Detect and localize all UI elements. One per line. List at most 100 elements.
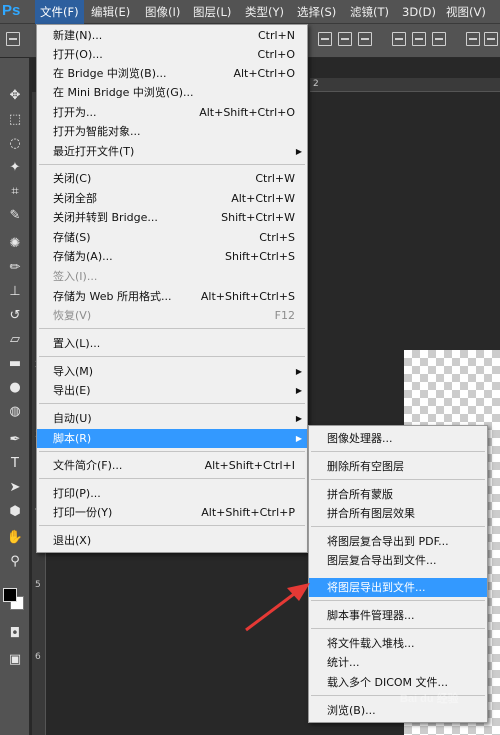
submenu-item-flatten-effects[interactable]: 拼合所有图层效果 bbox=[309, 504, 487, 523]
align-top-icon[interactable] bbox=[318, 32, 332, 46]
clone-stamp-tool-icon[interactable]: ⊥ bbox=[4, 282, 26, 302]
align-left-icon[interactable] bbox=[466, 32, 480, 46]
brush-tool-icon[interactable]: ✏ bbox=[4, 258, 26, 278]
ruler-number: 2 bbox=[313, 79, 319, 89]
history-brush-tool-icon[interactable]: ↺ bbox=[4, 306, 26, 326]
menu-separator bbox=[311, 479, 485, 480]
menu-item-save-for-web[interactable]: 存储为 Web 所用格式... Alt+Shift+Ctrl+S bbox=[37, 287, 307, 306]
menu-item-recent-files[interactable]: 最近打开文件(T) ▶ bbox=[37, 142, 307, 161]
submenu-item-comps-to-files[interactable]: 图层复合导出到文件... bbox=[309, 551, 487, 570]
watermark-logo: Bai du 经验 bbox=[400, 693, 459, 705]
menu-item-browse-mini-bridge[interactable]: 在 Mini Bridge 中浏览(G)... bbox=[37, 83, 307, 102]
menu-item-save-as[interactable]: 存储为(A)... Shift+Ctrl+S bbox=[37, 247, 307, 266]
menu-item-shortcut: Alt+Shift+Ctrl+O bbox=[199, 106, 295, 119]
menu-item-print-one-copy[interactable]: 打印一份(Y) Alt+Shift+Ctrl+P bbox=[37, 503, 307, 522]
menu-separator bbox=[39, 328, 305, 329]
menu-select[interactable]: 选择(S) bbox=[292, 0, 341, 24]
menu-item-label: 置入(L)... bbox=[53, 337, 101, 350]
menu-type[interactable]: 类型(Y) bbox=[240, 0, 289, 24]
zoom-tool-icon[interactable]: ⚲ bbox=[4, 552, 26, 572]
menu-edit[interactable]: 编辑(E) bbox=[86, 0, 135, 24]
menu-separator bbox=[311, 600, 485, 601]
crop-tool-icon[interactable]: ⌗ bbox=[4, 182, 26, 202]
scripts-submenu: 图像处理器... 删除所有空图层 拼合所有蒙版 拼合所有图层效果 将图层复合导出… bbox=[308, 425, 488, 723]
menu-filter[interactable]: 滤镜(T) bbox=[345, 0, 394, 24]
lasso-tool-icon[interactable]: ◌ bbox=[4, 134, 26, 154]
align-middle-icon[interactable] bbox=[338, 32, 352, 46]
submenu-arrow-icon: ▶ bbox=[295, 367, 302, 376]
healing-brush-tool-icon[interactable]: ✺ bbox=[4, 234, 26, 254]
menu-item-open[interactable]: 打开(O)... Ctrl+O bbox=[37, 45, 307, 64]
menu-item-import[interactable]: 导入(M) ▶ bbox=[37, 362, 307, 381]
distribute-middle-icon[interactable] bbox=[412, 32, 426, 46]
menu-item-automate[interactable]: 自动(U) ▶ bbox=[37, 409, 307, 428]
menu-item-check-in: 签入(I)... bbox=[37, 267, 307, 286]
blur-tool-icon[interactable]: ● bbox=[4, 378, 26, 398]
menu-separator bbox=[39, 356, 305, 357]
align-bottom-icon[interactable] bbox=[358, 32, 372, 46]
submenu-item-load-files-into-stack[interactable]: 将文件载入堆栈... bbox=[309, 634, 487, 653]
submenu-item-delete-empty-layers[interactable]: 删除所有空图层 bbox=[309, 457, 487, 476]
eraser-tool-icon[interactable]: ▱ bbox=[4, 330, 26, 350]
menu-item-print[interactable]: 打印(P)... bbox=[37, 484, 307, 503]
gradient-tool-icon[interactable]: ▬ bbox=[4, 354, 26, 374]
menu-separator bbox=[311, 526, 485, 527]
menu-item-new[interactable]: 新建(N)... Ctrl+N bbox=[37, 26, 307, 45]
move-tool-icon[interactable]: ✥ bbox=[4, 86, 26, 106]
marquee-tool-icon[interactable]: ⬚ bbox=[4, 110, 26, 130]
menu-item-browse-bridge[interactable]: 在 Bridge 中浏览(B)... Alt+Ctrl+O bbox=[37, 64, 307, 83]
menu-layer[interactable]: 图层(L) bbox=[188, 0, 236, 24]
quick-mask-icon[interactable]: ◘ bbox=[4, 624, 26, 644]
menu-file[interactable]: 文件(F) bbox=[35, 0, 84, 24]
menu-item-close-all[interactable]: 关闭全部 Alt+Ctrl+W bbox=[37, 189, 307, 208]
submenu-item-flatten-masks[interactable]: 拼合所有蒙版 bbox=[309, 485, 487, 504]
submenu-arrow-icon: ▶ bbox=[295, 147, 302, 156]
menu-item-file-info[interactable]: 文件简介(F)... Alt+Shift+Ctrl+I bbox=[37, 456, 307, 475]
menu-item-label: 最近打开文件(T) bbox=[53, 145, 135, 158]
submenu-item-comps-to-pdf[interactable]: 将图层复合导出到 PDF... bbox=[309, 532, 487, 551]
pen-tool-icon[interactable]: ✒ bbox=[4, 430, 26, 450]
move-options-icon[interactable] bbox=[6, 32, 20, 46]
distribute-top-icon[interactable] bbox=[392, 32, 406, 46]
menu-item-scripts[interactable]: 脚本(R) ▶ bbox=[37, 429, 307, 448]
magic-wand-tool-icon[interactable]: ✦ bbox=[4, 158, 26, 178]
submenu-item-label: 图层复合导出到文件... bbox=[327, 554, 437, 567]
submenu-item-statistics[interactable]: 统计... bbox=[309, 653, 487, 672]
submenu-item-image-processor[interactable]: 图像处理器... bbox=[309, 429, 487, 448]
menu-item-label: 存储(S) bbox=[53, 231, 91, 244]
menu-image[interactable]: 图像(I) bbox=[140, 0, 185, 24]
menu-item-shortcut: F12 bbox=[274, 309, 295, 322]
menu-item-close-go-bridge[interactable]: 关闭并转到 Bridge... Shift+Ctrl+W bbox=[37, 208, 307, 227]
path-selection-tool-icon[interactable]: ➤ bbox=[4, 478, 26, 498]
submenu-item-label: 将图层复合导出到 PDF... bbox=[327, 535, 449, 548]
menu-item-open-smart-object[interactable]: 打开为智能对象... bbox=[37, 122, 307, 141]
eyedropper-tool-icon[interactable]: ✎ bbox=[4, 206, 26, 226]
arrow-shaft bbox=[245, 589, 299, 632]
distribute-bottom-icon[interactable] bbox=[432, 32, 446, 46]
menu-item-label: 签入(I)... bbox=[53, 270, 98, 283]
type-tool-icon[interactable]: T bbox=[4, 454, 26, 474]
foreground-color-swatch[interactable] bbox=[3, 588, 17, 602]
submenu-item-label: 拼合所有图层效果 bbox=[327, 507, 415, 520]
menu-item-label: 在 Bridge 中浏览(B)... bbox=[53, 67, 167, 80]
menu-item-label: 在 Mini Bridge 中浏览(G)... bbox=[53, 86, 194, 99]
menu-item-open-as[interactable]: 打开为... Alt+Shift+Ctrl+O bbox=[37, 103, 307, 122]
dodge-tool-icon[interactable]: ◍ bbox=[4, 402, 26, 422]
menu-view[interactable]: 视图(V) bbox=[441, 0, 491, 24]
menu-item-label: 关闭(C) bbox=[53, 172, 92, 185]
menu-separator bbox=[39, 403, 305, 404]
screen-mode-icon[interactable]: ▣ bbox=[4, 650, 26, 670]
align-center-icon[interactable] bbox=[484, 32, 498, 46]
menu-item-label: 导入(M) bbox=[53, 365, 94, 378]
menu-item-export[interactable]: 导出(E) ▶ bbox=[37, 381, 307, 400]
hand-tool-icon[interactable]: ✋ bbox=[4, 528, 26, 548]
menu-item-save[interactable]: 存储(S) Ctrl+S bbox=[37, 228, 307, 247]
menu-3d[interactable]: 3D(D) bbox=[397, 0, 441, 24]
submenu-item-export-layers-to-files[interactable]: 将图层导出到文件... bbox=[309, 578, 487, 597]
submenu-item-script-events-manager[interactable]: 脚本事件管理器... bbox=[309, 606, 487, 625]
submenu-arrow-icon: ▶ bbox=[295, 386, 302, 395]
menu-item-place[interactable]: 置入(L)... bbox=[37, 334, 307, 353]
menu-item-exit[interactable]: 退出(X) bbox=[37, 531, 307, 550]
shape-tool-icon[interactable]: ⬢ bbox=[4, 502, 26, 522]
menu-item-close[interactable]: 关闭(C) Ctrl+W bbox=[37, 169, 307, 188]
